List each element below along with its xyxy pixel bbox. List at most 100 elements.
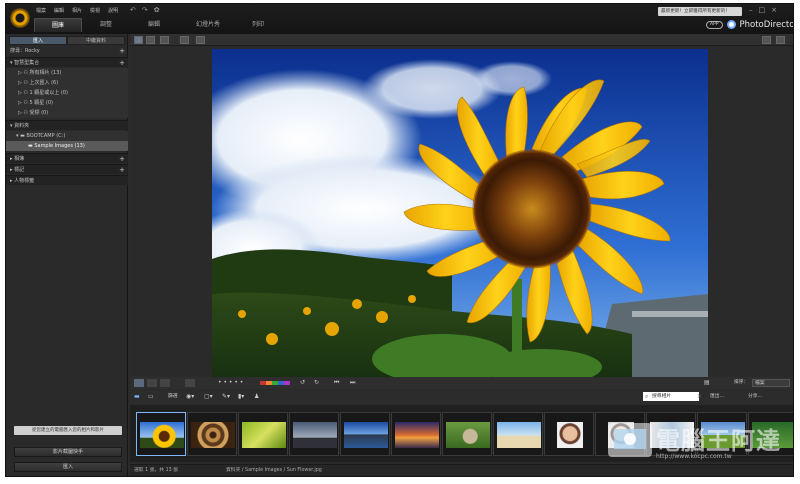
folder-item-selected[interactable]: ▬ Sample Images (13): [6, 141, 128, 151]
tab-print[interactable]: 列印: [240, 18, 276, 32]
loupe-view-icon[interactable]: [134, 36, 143, 44]
zoom-icon[interactable]: [762, 36, 771, 44]
hand-tool-icon[interactable]: [776, 36, 785, 44]
compare-view-icon[interactable]: [146, 36, 155, 44]
photo-search-input[interactable]: 搜尋相片: [643, 392, 699, 401]
survey-icon[interactable]: [160, 379, 170, 387]
albums-header[interactable]: ▸ 相簿 +: [6, 153, 128, 163]
display-options-icon[interactable]: [196, 36, 205, 44]
tab-adjust[interactable]: 調整: [86, 18, 126, 32]
import-tip-balloon: 從您建立的電腦匯入您的相片和影片: [14, 426, 122, 435]
tab-import[interactable]: 匯入: [9, 36, 67, 45]
thumbnail-blur[interactable]: [646, 412, 696, 456]
person-icon[interactable]: ♟: [254, 393, 259, 401]
filter-label[interactable]: 篩選: [168, 393, 178, 401]
drive-label: BOOTCAMP (C:): [26, 133, 66, 139]
thumbnail-person[interactable]: [595, 412, 645, 456]
next-icon[interactable]: ⏭: [350, 379, 355, 387]
folders-header[interactable]: ▾ 資料夾: [6, 120, 128, 130]
tab-metadata[interactable]: 中繼資料: [67, 36, 125, 45]
thumbnail-sunset[interactable]: [391, 412, 441, 456]
edit-icon[interactable]: ✎▾: [222, 393, 230, 401]
main-photo[interactable]: [212, 49, 708, 379]
redo-icon[interactable]: ↷: [142, 7, 148, 14]
people-header[interactable]: ▸ 人物標籤: [6, 175, 128, 185]
star-rating[interactable]: • • • • •: [218, 379, 243, 387]
collection-label: 5 顆星 (0): [29, 100, 53, 106]
collection-item[interactable]: ▷ ⚇ 1 顆星或以上 (0): [6, 88, 128, 98]
app-badge[interactable]: APP: [706, 20, 723, 29]
folders-title: 資料夾: [14, 123, 30, 129]
collection-label: 1 顆星或以上 (0): [29, 90, 68, 96]
tag-icon[interactable]: ▮▾: [238, 393, 244, 401]
thumbnail-green[interactable]: [748, 412, 793, 456]
minimize-icon[interactable]: –: [749, 6, 753, 14]
add-icon[interactable]: +: [119, 46, 125, 56]
smart-collections-header[interactable]: ▾ 智慧型集合 +: [6, 57, 128, 67]
thumbnail-portrait[interactable]: [544, 412, 594, 456]
sort-dropdown[interactable]: 檔案: [752, 379, 790, 387]
add-album-icon[interactable]: +: [119, 154, 125, 164]
crop-icon[interactable]: ▢▾: [204, 393, 213, 401]
smart-collections-title: 智慧型集合: [14, 60, 40, 66]
upload-icon[interactable]: [185, 379, 195, 387]
search-icon: ⌕: [645, 393, 649, 400]
maximize-icon[interactable]: □: [759, 6, 766, 14]
collection-icon: ▷ ⚇: [18, 70, 30, 76]
thumbnail-leaf[interactable]: [238, 412, 288, 456]
drive-item[interactable]: ▾ ▬ BOOTCAMP (C:): [6, 131, 128, 141]
add-collection-icon[interactable]: +: [119, 58, 125, 68]
add-tag-icon[interactable]: +: [119, 165, 125, 175]
thumbnail-image: [395, 422, 439, 448]
video-snapshot-button[interactable]: 影片截圖快手: [14, 447, 122, 457]
tab-library[interactable]: 圖庫: [34, 18, 82, 32]
thumbnail-sunflower[interactable]: [136, 412, 186, 456]
share-button[interactable]: 分享...: [748, 393, 762, 401]
tags-header[interactable]: ▸ 標記 +: [6, 164, 128, 174]
export-button[interactable]: 匯出...: [710, 393, 724, 401]
thumbnail-lake[interactable]: [340, 412, 390, 456]
collection-item[interactable]: ▷ ⚇ 受標 (0): [6, 108, 128, 118]
collection-icon: ▷ ⚇: [18, 100, 30, 106]
thumbnail-beach[interactable]: [493, 412, 543, 456]
layout-icon[interactable]: ▤: [704, 379, 710, 387]
rotate-left-icon[interactable]: ↺: [300, 379, 305, 387]
settings-icon[interactable]: ✿: [154, 7, 160, 14]
menu-file[interactable]: 檔案: [36, 7, 46, 15]
search-filter-row[interactable]: 搜尋：Rocky +: [6, 46, 128, 56]
folder-label: Sample Images (13): [34, 143, 85, 149]
grid-view-icon[interactable]: [160, 36, 169, 44]
app-logo-icon[interactable]: [10, 8, 30, 28]
tab-slideshow[interactable]: 幻燈片秀: [184, 18, 232, 32]
list-view-icon[interactable]: ▭: [148, 393, 154, 401]
collection-item[interactable]: ▷ ⚇ 上次匯入 (6): [6, 78, 128, 88]
thumbnail-church[interactable]: [289, 412, 339, 456]
second-display-icon[interactable]: [180, 36, 189, 44]
thumbnail-animal[interactable]: [442, 412, 492, 456]
collection-item[interactable]: ▷ ⚇ 5 顆星 (0): [6, 98, 128, 108]
viewer-controls: • • • • • ↺ ↻ ⏮ ⏭ ▤ 排序： 檔案: [130, 377, 793, 389]
thumbnail-field[interactable]: [697, 412, 747, 456]
undo-icon[interactable]: ↶: [130, 7, 136, 14]
update-notice[interactable]: 最新更新！立即獲得所有更新的！: [658, 7, 742, 16]
thumbnail-size-icon[interactable]: ▬: [134, 393, 140, 401]
compare-icon[interactable]: [147, 379, 157, 387]
thumbnail-image: [650, 422, 694, 448]
stack-icon[interactable]: ◉▾: [186, 393, 194, 401]
albums-title: 相簿: [14, 156, 25, 162]
import-button[interactable]: 匯入: [14, 462, 122, 472]
single-view-icon[interactable]: [134, 379, 144, 387]
menu-edit[interactable]: 編輯: [54, 7, 64, 15]
menu-photo[interactable]: 相片: [72, 7, 82, 15]
thumbnail-spiral[interactable]: [187, 412, 237, 456]
menu-view[interactable]: 檢視: [90, 7, 100, 15]
tab-edit[interactable]: 編輯: [134, 18, 174, 32]
menu-help[interactable]: 說明: [108, 7, 118, 15]
clear-search-icon[interactable]: ×: [697, 393, 702, 401]
close-icon[interactable]: ×: [771, 6, 777, 14]
color-labels[interactable]: [260, 381, 290, 385]
collection-item[interactable]: ▷ ⚇ 所有相片 (13): [6, 68, 128, 78]
previous-icon[interactable]: ⏮: [334, 379, 339, 387]
rotate-right-icon[interactable]: ↻: [314, 379, 319, 387]
thumbnail-image: [140, 422, 184, 448]
